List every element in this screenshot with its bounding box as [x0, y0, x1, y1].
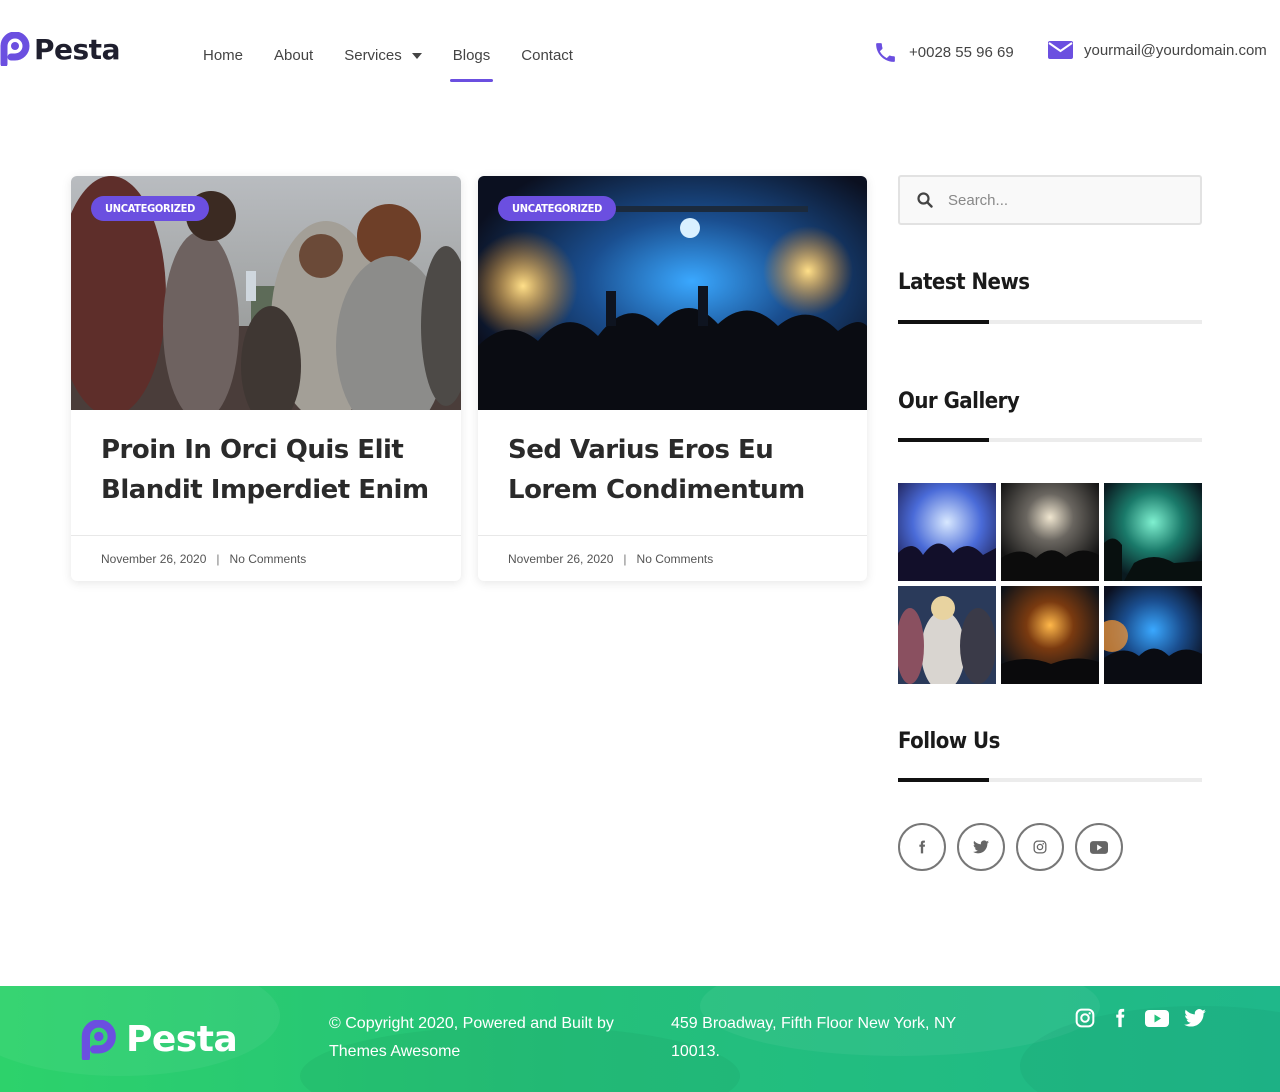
widget-divider: [898, 320, 1202, 324]
twitter-icon: [1184, 1009, 1206, 1027]
gallery-image[interactable]: [1104, 483, 1202, 581]
chevron-down-icon: [411, 53, 422, 59]
widget-title-follow-us: Follow Us: [898, 729, 1000, 754]
site-footer: Pesta © Copyright 2020, Powered and Buil…: [0, 986, 1280, 1092]
nav-item-label: Services: [344, 47, 402, 64]
category-badge[interactable]: UNCATEGORIZED: [91, 196, 209, 221]
youtube-icon: [1145, 1009, 1169, 1027]
footer-social-links: [1075, 1007, 1206, 1034]
post-thumbnail[interactable]: UNCATEGORIZED: [71, 176, 461, 410]
gallery-image[interactable]: [1001, 586, 1099, 684]
instagram-icon: [1075, 1008, 1095, 1028]
instagram-button[interactable]: [1016, 823, 1064, 871]
widget-title-latest-news: Latest News: [898, 270, 1030, 295]
nav-item-services[interactable]: Services: [344, 47, 422, 84]
search-icon[interactable]: [917, 192, 933, 208]
youtube-icon: [1090, 840, 1108, 854]
twitter-icon: [973, 840, 989, 854]
post-date[interactable]: November 26, 2020: [508, 552, 613, 566]
youtube-button[interactable]: [1075, 823, 1123, 871]
envelope-icon: [1048, 41, 1073, 59]
facebook-button[interactable]: [898, 823, 946, 871]
footer-copyright: © Copyright 2020, Powered and Built by T…: [329, 1015, 614, 1060]
nav-item-label: Blogs: [452, 47, 491, 64]
facebook-icon: [919, 840, 926, 854]
phone-number: +0028 55 96 69: [909, 44, 1014, 61]
nav-item-label: Home: [203, 47, 244, 64]
footer-facebook-link[interactable]: [1110, 1007, 1130, 1034]
email-address: yourmail@yourdomain.com: [1084, 41, 1267, 59]
site-logo[interactable]: Pesta: [0, 32, 120, 66]
blog-post-card[interactable]: UNCATEGORIZED Sed Varius Eros Eu Lorem C…: [478, 176, 867, 581]
footer-youtube-link[interactable]: [1145, 1009, 1169, 1032]
post-comments[interactable]: No Comments: [230, 552, 307, 566]
nav-item-about[interactable]: About: [274, 47, 313, 84]
logo-text: Pesta: [34, 32, 120, 66]
post-title[interactable]: Sed Varius Eros Eu Lorem Condimentum: [508, 430, 838, 510]
gallery-image[interactable]: [1104, 586, 1202, 684]
logo-mark-icon: [81, 1019, 116, 1060]
category-badge[interactable]: UNCATEGORIZED: [498, 196, 616, 221]
nav-item-contact[interactable]: Contact: [521, 47, 573, 84]
facebook-icon: [1116, 1008, 1125, 1028]
phone-icon: [876, 43, 895, 62]
blog-post-card[interactable]: UNCATEGORIZED Proin In Orci Quis Elit Bl…: [71, 176, 461, 581]
post-date[interactable]: November 26, 2020: [101, 552, 206, 566]
logo-mark-icon: [0, 32, 30, 66]
widget-divider: [898, 778, 1202, 782]
search-box: [898, 175, 1202, 225]
widget-title-gallery: Our Gallery: [898, 389, 1020, 414]
header-email[interactable]: yourmail@yourdomain.com: [1048, 40, 1267, 60]
footer-instagram-link[interactable]: [1075, 1008, 1095, 1033]
gallery-image[interactable]: [898, 483, 996, 581]
post-meta: November 26, 2020 | No Comments: [478, 535, 867, 581]
post-meta: November 26, 2020 | No Comments: [71, 535, 461, 581]
gallery-grid: [898, 483, 1202, 684]
nav-item-label: About: [274, 47, 314, 64]
widget-divider: [898, 438, 1202, 442]
footer-logo-text: Pesta: [126, 1019, 238, 1060]
site-header: Pesta Home About Services Blogs Contact …: [0, 0, 1280, 110]
post-title[interactable]: Proin In Orci Quis Elit Blandit Imperdie…: [101, 430, 431, 510]
footer-logo[interactable]: Pesta: [80, 1019, 238, 1060]
nav-item-blogs[interactable]: Blogs: [449, 47, 493, 84]
header-phone[interactable]: +0028 55 96 69: [873, 40, 1014, 65]
gallery-image[interactable]: [898, 586, 996, 684]
footer-twitter-link[interactable]: [1184, 1009, 1206, 1032]
twitter-button[interactable]: [957, 823, 1005, 871]
meta-separator: |: [623, 551, 627, 566]
post-thumbnail[interactable]: UNCATEGORIZED: [478, 176, 867, 410]
post-comments[interactable]: No Comments: [637, 552, 714, 566]
gallery-image[interactable]: [1001, 483, 1099, 581]
sidebar-social-links: [898, 823, 1123, 871]
search-input[interactable]: [948, 191, 1168, 209]
nav-item-home[interactable]: Home: [203, 47, 243, 84]
nav-item-label: Contact: [521, 47, 573, 64]
main-nav: Home About Services Blogs Contact: [203, 47, 604, 84]
meta-separator: |: [216, 551, 220, 566]
instagram-icon: [1033, 840, 1047, 854]
footer-address: 459 Broadway, Fifth Floor New York, NY 1…: [671, 1015, 956, 1060]
